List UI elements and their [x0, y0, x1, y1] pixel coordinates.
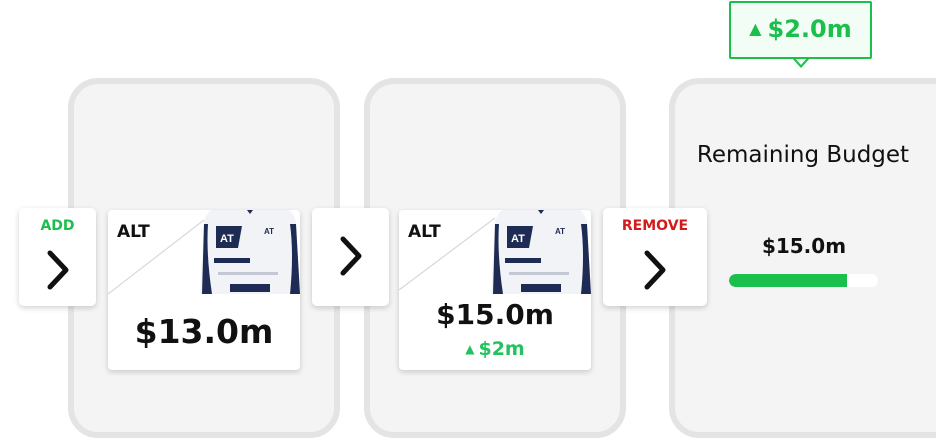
price-change: ▲ $2m [399, 338, 591, 360]
tooltip-value: $2.0m [767, 15, 852, 43]
price-change-value: $2m [478, 338, 525, 360]
remaining-budget-title: Remaining Budget [696, 142, 910, 168]
svg-text:AT: AT [511, 233, 525, 245]
budget-change-tooltip: ▲ $2.0m [729, 1, 872, 59]
chevron-right-icon [644, 250, 666, 290]
chevron-right-icon [47, 250, 69, 290]
triangle-up-icon: ▲ [465, 342, 475, 356]
panel-remaining-budget [669, 78, 936, 438]
remove-button-label: REMOVE [621, 218, 689, 234]
svg-text:AT: AT [220, 233, 234, 245]
svg-text:AT: AT [555, 227, 565, 236]
team-label: ALT [117, 222, 150, 242]
driver-photo: AT AT [491, 210, 591, 294]
budget-progress-fill [729, 274, 847, 287]
remove-button[interactable]: REMOVE [603, 208, 707, 306]
tooltip-content: ▲ $2.0m [731, 15, 870, 43]
driver-photo: AT AT [200, 210, 300, 294]
budget-progress-bar [729, 274, 878, 287]
driver-card-current[interactable]: ALT AT AT $13.0m [108, 210, 300, 370]
add-button-label: ADD [40, 218, 75, 234]
chevron-right-icon [340, 236, 362, 276]
driver-price: $15.0m [436, 298, 554, 331]
svg-text:AT: AT [264, 227, 274, 236]
next-button[interactable] [312, 208, 389, 306]
driver-price: $13.0m [134, 312, 274, 351]
add-button[interactable]: ADD [19, 208, 96, 306]
triangle-up-icon: ▲ [749, 19, 762, 38]
team-label: ALT [408, 222, 441, 242]
remaining-budget-amount: $15.0m [761, 234, 847, 258]
driver-card-new[interactable]: ALT AT AT $15.0m ▲ $2m [399, 210, 591, 370]
